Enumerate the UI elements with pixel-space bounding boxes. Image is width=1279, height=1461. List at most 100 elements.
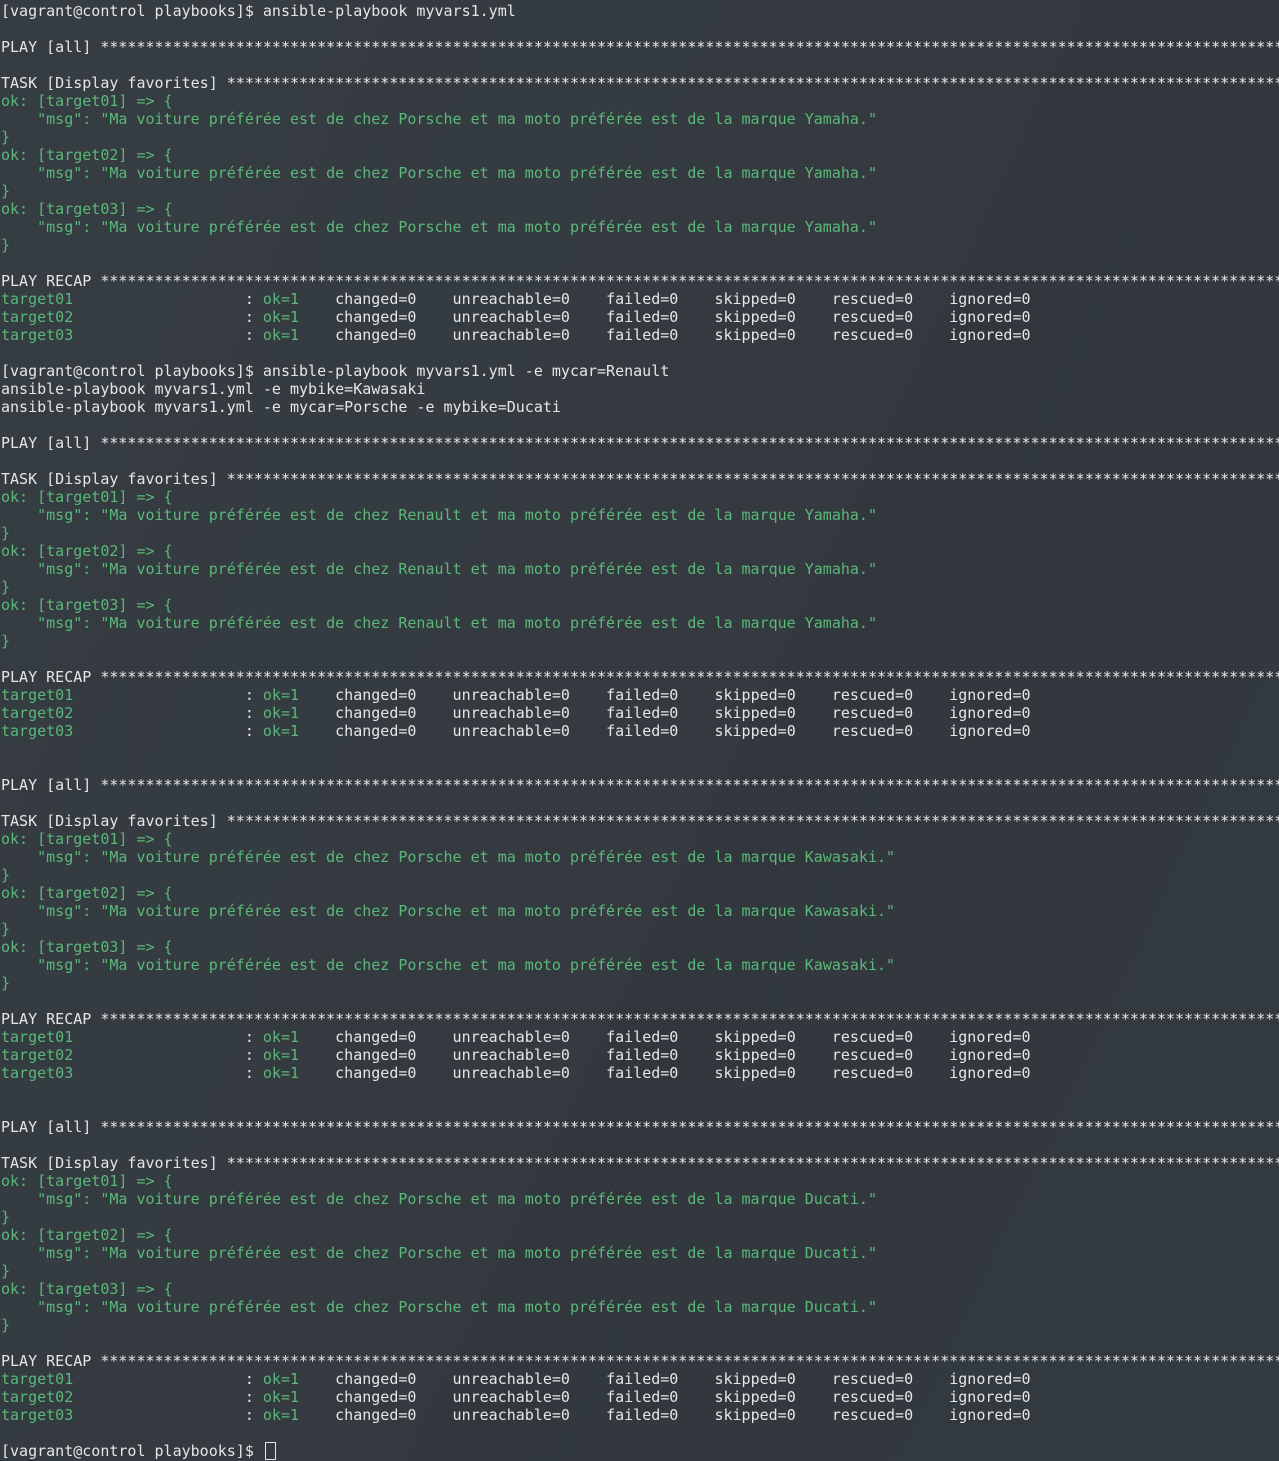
terminal-text: "msg": "Ma voiture préférée est de chez … [1, 1190, 877, 1208]
terminal-text: "msg": "Ma voiture préférée est de chez … [1, 110, 877, 128]
terminal-text: PLAY RECAP *****************************… [1, 668, 1279, 686]
terminal-text: PLAY RECAP *****************************… [1, 1352, 1279, 1370]
terminal-cursor[interactable] [264, 1442, 276, 1460]
terminal-line: [vagrant@control playbooks]$ [1, 1442, 1279, 1460]
terminal-line: } [1, 974, 1279, 992]
terminal-line: target02 : ok=1 changed=0 unreachable=0 … [1, 704, 1279, 722]
terminal-text: "msg": "Ma voiture préférée est de chez … [1, 1298, 877, 1316]
terminal-text: } [1, 632, 11, 650]
terminal-text: } [1, 1262, 11, 1280]
terminal-text: : [73, 1028, 263, 1046]
terminal-text: } [1, 578, 11, 596]
terminal-window[interactable]: [vagrant@control playbooks]$ ansible-pla… [0, 0, 1279, 1461]
terminal-line: ok: [target01] => { [1, 92, 1279, 110]
terminal-line: TASK [Display favorites] ***************… [1, 1154, 1279, 1172]
terminal-text: TASK [Display favorites] ***************… [1, 470, 1279, 488]
terminal-text: changed=0 unreachable=0 failed=0 skipped… [299, 722, 1031, 740]
terminal-text: TASK [Display favorites] ***************… [1, 812, 1279, 830]
terminal-text: ok: [target01] => { [1, 488, 173, 506]
terminal-line: PLAY RECAP *****************************… [1, 1010, 1279, 1028]
terminal-text: changed=0 unreachable=0 failed=0 skipped… [299, 704, 1031, 722]
terminal-text: ok: [target01] => { [1, 1172, 173, 1190]
terminal-line: target02 : ok=1 changed=0 unreachable=0 … [1, 308, 1279, 326]
terminal-text: ok: [target03] => { [1, 938, 173, 956]
terminal-line: "msg": "Ma voiture préférée est de chez … [1, 560, 1279, 578]
terminal-line: ansible-playbook myvars1.yml -e mybike=K… [1, 380, 1279, 398]
terminal-text: ok: [target02] => { [1, 884, 173, 902]
terminal-line: PLAY RECAP *****************************… [1, 272, 1279, 290]
terminal-text: ansible-playbook myvars1.yml -e mycar=Po… [1, 398, 561, 416]
terminal-text: target03 [1, 1064, 74, 1082]
terminal-line: ok: [target03] => { [1, 200, 1279, 218]
terminal-line: ok: [target01] => { [1, 1172, 1279, 1190]
terminal-line: PLAY [all] *****************************… [1, 434, 1279, 452]
terminal-text: "msg": "Ma voiture préférée est de chez … [1, 560, 877, 578]
terminal-text: target02 [1, 1388, 74, 1406]
terminal-line: } [1, 1262, 1279, 1280]
terminal-text: ansible-playbook myvars1.yml -e mybike=K… [1, 380, 426, 398]
terminal-text: ok: [target01] => { [1, 92, 173, 110]
terminal-text: PLAY [all] *****************************… [1, 1118, 1279, 1136]
terminal-text: : [73, 1370, 263, 1388]
terminal-line: } [1, 236, 1279, 254]
terminal-text: : [73, 290, 263, 308]
terminal-text: changed=0 unreachable=0 failed=0 skipped… [299, 1406, 1031, 1424]
terminal-text: ok=1 [262, 1388, 300, 1406]
terminal-line: target01 : ok=1 changed=0 unreachable=0 … [1, 1370, 1279, 1388]
terminal-text: "msg": "Ma voiture préférée est de chez … [1, 848, 896, 866]
terminal-line: } [1, 578, 1279, 596]
terminal-text: PLAY RECAP *****************************… [1, 272, 1279, 290]
terminal-line: "msg": "Ma voiture préférée est de chez … [1, 614, 1279, 632]
terminal-text: changed=0 unreachable=0 failed=0 skipped… [299, 1064, 1031, 1082]
terminal-line: } [1, 524, 1279, 542]
terminal-text: "msg": "Ma voiture préférée est de chez … [1, 956, 896, 974]
terminal-line: target01 : ok=1 changed=0 unreachable=0 … [1, 686, 1279, 704]
terminal-text: "msg": "Ma voiture préférée est de chez … [1, 614, 877, 632]
terminal-text: ok: [target03] => { [1, 1280, 173, 1298]
terminal-text: : [73, 704, 263, 722]
terminal-text: : [73, 1046, 263, 1064]
terminal-text: ok: [target03] => { [1, 200, 173, 218]
terminal-line: ok: [target03] => { [1, 938, 1279, 956]
terminal-line: } [1, 920, 1279, 938]
terminal-output: [vagrant@control playbooks]$ ansible-pla… [1, 2, 1279, 1460]
terminal-text: ok=1 [262, 686, 300, 704]
terminal-line: } [1, 632, 1279, 650]
terminal-text: changed=0 unreachable=0 failed=0 skipped… [299, 1028, 1031, 1046]
terminal-text: target03 [1, 1406, 74, 1424]
terminal-line: target01 : ok=1 changed=0 unreachable=0 … [1, 290, 1279, 308]
terminal-text: [vagrant@control playbooks]$ ansible-pla… [1, 362, 670, 380]
terminal-line: target03 : ok=1 changed=0 unreachable=0 … [1, 722, 1279, 740]
terminal-line: TASK [Display favorites] ***************… [1, 74, 1279, 92]
terminal-text: ok: [target03] => { [1, 596, 173, 614]
terminal-line: } [1, 866, 1279, 884]
terminal-text: PLAY [all] *****************************… [1, 434, 1279, 452]
terminal-line: ok: [target02] => { [1, 1226, 1279, 1244]
terminal-line: "msg": "Ma voiture préférée est de chez … [1, 218, 1279, 236]
terminal-text: : [73, 686, 263, 704]
terminal-line: TASK [Display favorites] ***************… [1, 470, 1279, 488]
terminal-text: target03 [1, 326, 74, 344]
terminal-text: [vagrant@control playbooks]$ ansible-pla… [1, 2, 516, 20]
terminal-line: ok: [target02] => { [1, 542, 1279, 560]
terminal-text: } [1, 1316, 11, 1334]
terminal-text: PLAY RECAP *****************************… [1, 1010, 1279, 1028]
terminal-text: ok: [target01] => { [1, 830, 173, 848]
terminal-line: target03 : ok=1 changed=0 unreachable=0 … [1, 1064, 1279, 1082]
terminal-line: "msg": "Ma voiture préférée est de chez … [1, 1298, 1279, 1316]
terminal-text: } [1, 920, 11, 938]
terminal-text: ok=1 [262, 1028, 300, 1046]
terminal-text: "msg": "Ma voiture préférée est de chez … [1, 218, 877, 236]
terminal-line: [vagrant@control playbooks]$ ansible-pla… [1, 2, 1279, 20]
terminal-line: ok: [target02] => { [1, 884, 1279, 902]
